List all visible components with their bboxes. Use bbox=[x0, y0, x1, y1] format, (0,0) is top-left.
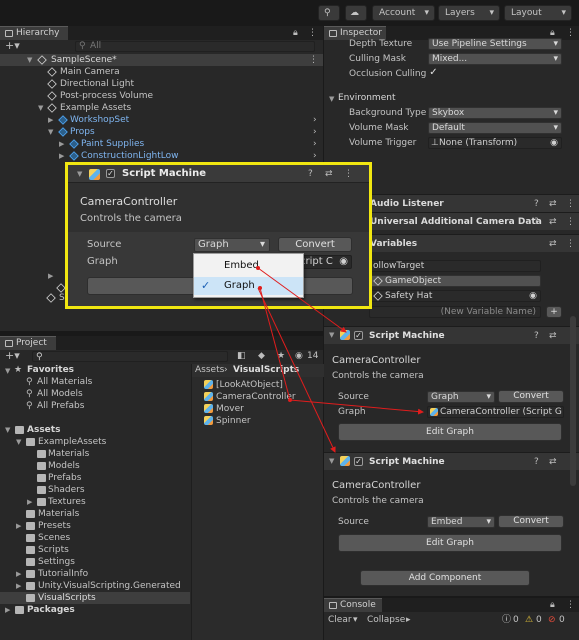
arrow-embed-to-script-machine bbox=[257, 267, 347, 333]
arrow-graph-to-second-machine bbox=[257, 287, 336, 453]
arrow-connector bbox=[259, 287, 291, 401]
annotation-arrows bbox=[256, 266, 424, 453]
arrow-origin-dot bbox=[256, 266, 260, 270]
arrow-origin-dot bbox=[258, 286, 262, 290]
arrow-asset-to-graph-field bbox=[289, 399, 424, 415]
arrow-origin-dot bbox=[288, 398, 292, 402]
